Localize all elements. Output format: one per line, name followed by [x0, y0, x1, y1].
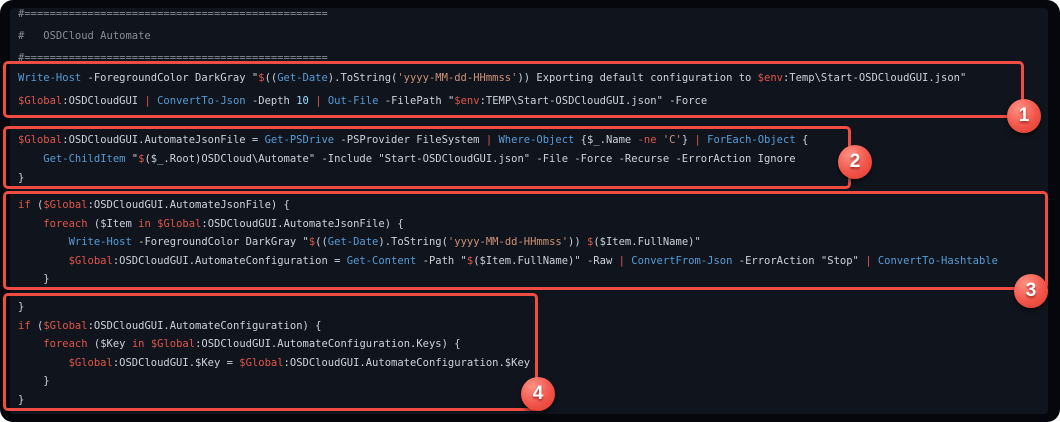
code-line: }	[18, 273, 50, 285]
code-line: $Global:OSDCloudGUI.AutomateJsonFile = G…	[18, 134, 809, 146]
code-line: # OSDCloud Automate	[18, 30, 151, 42]
annotation-badge-1: 1	[1007, 99, 1041, 133]
annotation-badge-2: 2	[838, 145, 872, 179]
code-line: Get-ChildItem "$($_.Root)OSDCloud\Automa…	[43, 153, 796, 165]
code-line: Write-Host -ForegroundColor DarkGray "$(…	[68, 236, 701, 248]
code-line: $Global:OSDCloudGUI.$Key = $Global:OSDCl…	[68, 356, 531, 369]
code-line: if ($Global:OSDCloudGUI.AutomateJsonFile…	[18, 199, 290, 211]
code-line: }	[18, 301, 25, 313]
annotation-box-3: if ($Global:OSDCloudGUI.AutomateJsonFile…	[3, 191, 1048, 290]
code-window: #=======================================…	[0, 0, 1060, 422]
code-line: }	[18, 375, 50, 387]
code-line: }	[18, 172, 25, 184]
code-line: foreach ($Item in $Global:OSDCloudGUI.Au…	[43, 217, 404, 230]
annotation-badge-3: 3	[1014, 274, 1048, 308]
header-comments: #=======================================…	[18, 3, 328, 69]
code-line: #=======================================…	[18, 8, 328, 20]
code-line: $Global:OSDCloudGUI.AutomateConfiguratio…	[68, 254, 998, 267]
annotation-badge-4: 4	[521, 377, 555, 411]
code-line: foreach ($Key in $Global:OSDCloudGUI.Aut…	[43, 338, 461, 350]
annotation-box-2: $Global:OSDCloudGUI.AutomateJsonFile = G…	[3, 126, 851, 189]
annotation-box-4: } if ($Global:OSDCloudGUI.AutomateConfigu…	[3, 293, 538, 411]
code-line: Write-Host -ForegroundColor DarkGray "$(…	[18, 72, 967, 84]
annotation-box-1: Write-Host -ForegroundColor DarkGray "$(…	[3, 61, 1024, 118]
code-line: $Global:OSDCloudGUI | ConvertTo-Json -De…	[18, 95, 708, 107]
code-line: if ($Global:OSDCloudGUI.AutomateConfigur…	[18, 319, 322, 332]
code-line: }	[18, 393, 25, 406]
